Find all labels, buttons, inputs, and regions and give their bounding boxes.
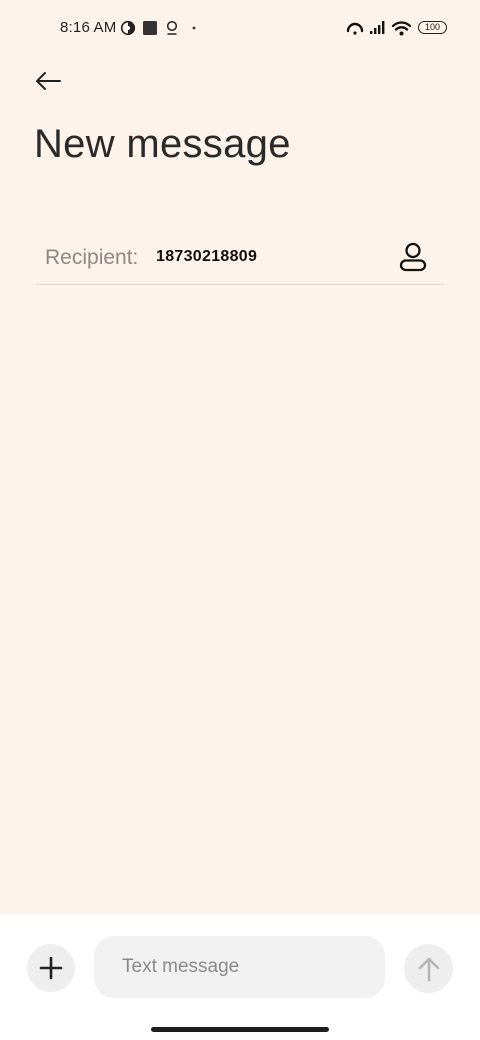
contact-picker-button[interactable] [396, 240, 430, 274]
recipient-value[interactable]: 18730218809 [156, 248, 257, 266]
vpn-key-icon [120, 20, 136, 36]
signal-icon [370, 21, 385, 34]
arrow-left-icon [36, 72, 61, 90]
status-bar: 8:16 AM 100 [0, 0, 480, 56]
home-indicator[interactable] [151, 1027, 329, 1032]
wifi-icon [391, 21, 412, 36]
person-icon [399, 242, 427, 272]
recipient-label: Recipient: [45, 246, 139, 269]
status-time: 8:16 AM [60, 19, 117, 36]
battery-icon: 100 [418, 21, 447, 34]
stop-square-icon [143, 21, 157, 35]
recipient-field[interactable]: Recipient: 18730218809 [36, 230, 444, 285]
message-input[interactable] [94, 936, 385, 998]
send-button[interactable] [404, 944, 453, 993]
compose-bar [0, 914, 480, 1040]
back-button[interactable] [30, 64, 66, 98]
battery-level: 100 [424, 22, 441, 32]
attach-button[interactable] [27, 944, 75, 992]
arrow-up-icon [418, 957, 439, 981]
hotspot-icon [346, 22, 364, 35]
plus-icon [39, 956, 63, 980]
dot-icon [192, 26, 196, 30]
page-title: New message [34, 122, 291, 166]
location-pin-icon [166, 20, 178, 35]
